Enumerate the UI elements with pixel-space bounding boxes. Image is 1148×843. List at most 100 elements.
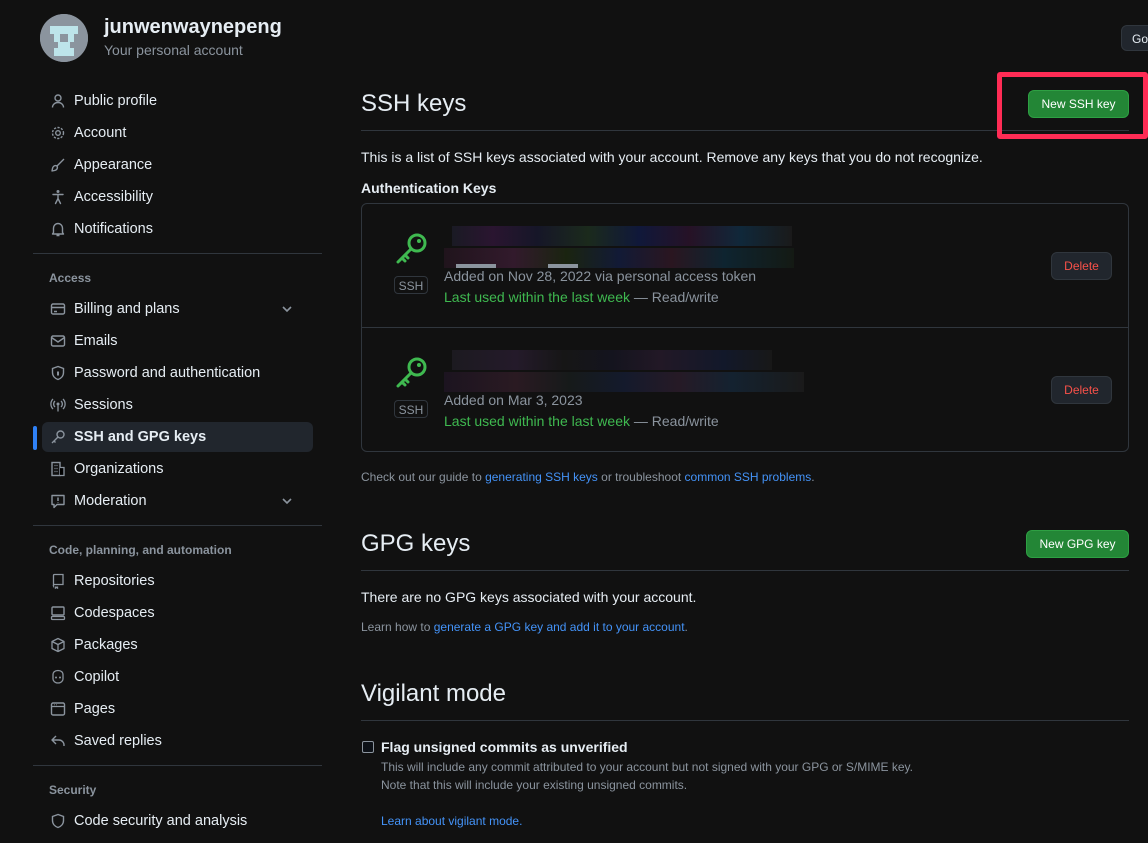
sidebar-item-label: Account	[74, 125, 127, 141]
active-indicator	[33, 426, 37, 450]
delete-key-button[interactable]: Delete	[1051, 252, 1112, 280]
flag-unsigned-commits-checkbox[interactable]	[362, 741, 374, 753]
sidebar-item-packages[interactable]: Packages	[42, 630, 313, 660]
generating-ssh-keys-link[interactable]: generating SSH keys	[485, 470, 598, 484]
sidebar-item-label: Notifications	[74, 221, 153, 237]
sidebar-item-pages[interactable]: Pages	[42, 694, 313, 724]
gpg-keys-heading: GPG keys	[361, 530, 471, 557]
sidebar-item-label: Repositories	[74, 573, 155, 589]
key-access-text: — Read/write	[630, 289, 719, 305]
guide-prefix: Check out our guide to	[361, 470, 486, 484]
generate-gpg-key-link[interactable]: generate a GPG key and add it to your ac…	[434, 620, 685, 634]
sidebar-item-repositories[interactable]: Repositories	[42, 566, 313, 596]
gpg-empty-text: There are no GPG keys associated with yo…	[361, 589, 697, 605]
learn-prefix: Learn how to	[361, 620, 434, 634]
sidebar-item-code-security[interactable]: Code security and analysis	[42, 806, 313, 836]
key-fingerprint-redacted	[444, 248, 804, 268]
sidebar-item-label: Sessions	[74, 397, 133, 413]
sidebar-item-appearance[interactable]: Appearance	[42, 150, 313, 180]
gpg-learn-text: Learn how to generate a GPG key and add …	[361, 620, 688, 634]
key-icon	[51, 430, 65, 444]
report-icon	[51, 494, 65, 509]
chevron-down-icon[interactable]	[279, 301, 295, 317]
identicon-icon	[40, 14, 88, 62]
sidebar-divider	[33, 525, 322, 526]
bell-icon	[51, 222, 65, 237]
ssh-guide-text: Check out our guide to generating SSH ke…	[361, 470, 815, 484]
sidebar-item-label: Billing and plans	[74, 301, 180, 317]
sidebar-item-moderation[interactable]: Moderation	[42, 486, 313, 516]
flag-unsigned-commits-label[interactable]: Flag unsigned commits as unverified	[381, 739, 628, 755]
redaction-block	[444, 372, 804, 392]
sidebar-item-label: Password and authentication	[74, 365, 261, 381]
package-icon	[51, 637, 65, 653]
key-last-used: Last used within the last week — Read/wr…	[444, 289, 719, 305]
sidebar-item-accessibility[interactable]: Accessibility	[42, 182, 313, 212]
broadcast-icon	[50, 398, 66, 412]
redaction-block	[452, 226, 792, 246]
account-username[interactable]: junwenwaynepeng	[104, 16, 282, 39]
paintbrush-icon	[51, 158, 65, 172]
codespaces-icon	[50, 606, 66, 621]
sidebar-item-label: Public profile	[74, 93, 158, 109]
key-last-used-text: Last used within the last week	[444, 413, 630, 429]
go-to-profile-button[interactable]: Go	[1121, 25, 1148, 51]
guide-mid: or troubleshoot	[597, 470, 685, 484]
sidebar-item-sessions[interactable]: Sessions	[42, 390, 313, 420]
ssh-keys-heading: SSH keys	[361, 90, 467, 117]
sidebar-item-label: Saved replies	[74, 733, 162, 749]
credit-card-icon	[50, 303, 66, 315]
vigilant-heading-divider	[361, 720, 1129, 721]
sidebar-item-label: Copilot	[74, 669, 120, 685]
key-added-date: Added on Nov 28, 2022 via personal acces…	[444, 268, 757, 284]
learn-vigilant-mode-link[interactable]: Learn about vigilant mode.	[381, 814, 522, 828]
vigilant-description-1: This will include any commit attributed …	[381, 760, 914, 774]
key-row-divider	[361, 327, 1129, 328]
sidebar-section-security: Security	[49, 783, 97, 797]
gpg-heading-divider	[361, 570, 1129, 571]
ssh-description: This is a list of SSH keys associated wi…	[361, 149, 983, 165]
key-access-text: — Read/write	[630, 413, 719, 429]
learn-suffix: .	[684, 620, 688, 634]
new-ssh-key-button[interactable]: New SSH key	[1028, 90, 1129, 118]
copilot-icon	[52, 669, 64, 684]
chevron-down-icon[interactable]	[279, 493, 295, 509]
gear-icon	[51, 126, 65, 140]
sidebar-section-access: Access	[49, 271, 92, 285]
sidebar-item-label: Codespaces	[74, 605, 155, 621]
sidebar-item-label: Code security and analysis	[74, 813, 248, 829]
sidebar-item-password-authentication[interactable]: Password and authentication	[42, 358, 313, 388]
mail-icon	[50, 335, 66, 347]
vigilant-mode-heading: Vigilant mode	[361, 680, 506, 707]
sidebar-item-organizations[interactable]: Organizations	[42, 454, 313, 484]
repo-icon	[52, 573, 64, 589]
sidebar-item-public-profile[interactable]: Public profile	[42, 86, 313, 116]
sidebar-section-code: Code, planning, and automation	[49, 543, 232, 557]
sidebar-item-codespaces[interactable]: Codespaces	[42, 598, 313, 628]
sidebar-item-billing[interactable]: Billing and plans	[42, 294, 313, 324]
delete-key-button[interactable]: Delete	[1051, 376, 1112, 404]
organization-icon	[51, 461, 65, 477]
sidebar-item-ssh-gpg-keys[interactable]: SSH and GPG keys	[42, 422, 313, 452]
key-last-used-text: Last used within the last week	[444, 289, 630, 305]
guide-suffix: .	[811, 470, 815, 484]
new-gpg-key-button[interactable]: New GPG key	[1026, 530, 1129, 558]
sidebar-item-emails[interactable]: Emails	[42, 326, 313, 356]
sidebar-item-label: Packages	[74, 637, 138, 653]
sidebar-item-label: Pages	[74, 701, 116, 717]
sidebar-item-notifications[interactable]: Notifications	[42, 214, 313, 244]
common-ssh-problems-link[interactable]: common SSH problems	[685, 470, 812, 484]
ssh-badge: SSH	[394, 400, 428, 418]
sidebar-divider	[33, 765, 322, 766]
sidebar-item-label: Organizations	[74, 461, 164, 477]
sidebar-item-account[interactable]: Account	[42, 118, 313, 148]
key-added-date: Added on Mar 3, 2023	[444, 392, 583, 408]
avatar[interactable]	[40, 14, 88, 62]
redaction-block	[452, 350, 772, 370]
sidebar-item-saved-replies[interactable]: Saved replies	[42, 726, 313, 756]
accessibility-icon	[52, 190, 64, 205]
redaction-block	[444, 248, 794, 268]
sidebar-divider	[33, 253, 322, 254]
sidebar-item-copilot[interactable]: Copilot	[42, 662, 313, 692]
sidebar-item-label: Accessibility	[74, 189, 153, 205]
